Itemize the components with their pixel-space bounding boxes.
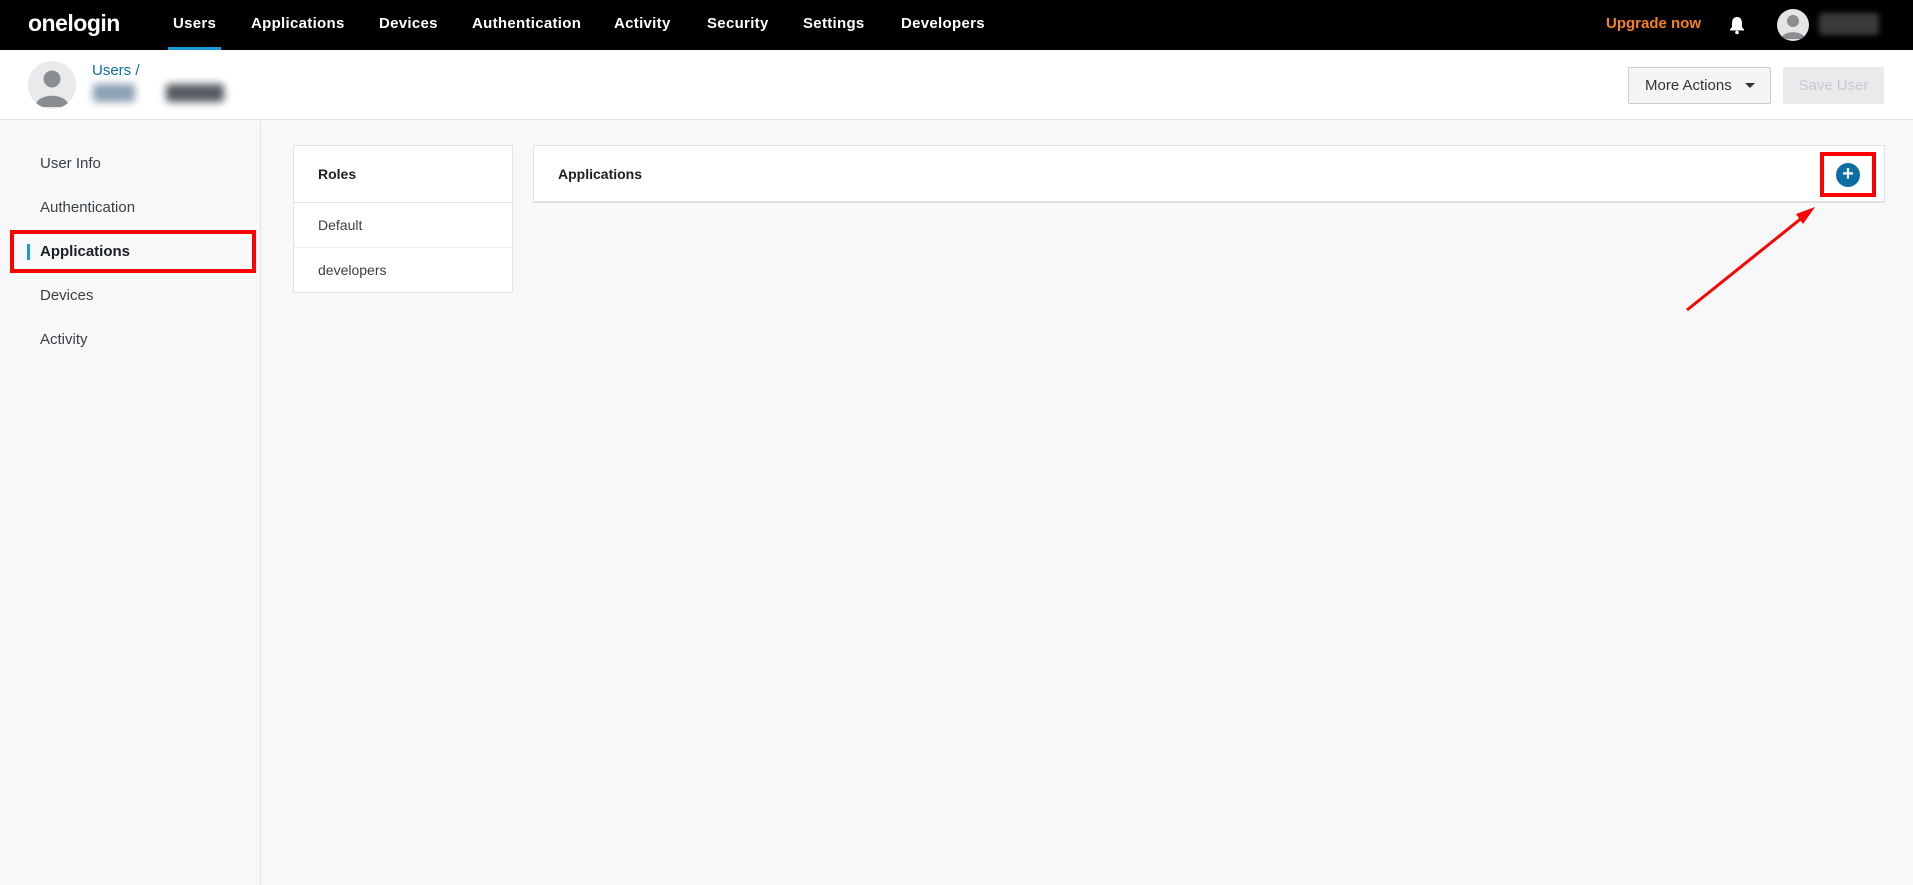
nav-authentication[interactable]: Authentication bbox=[472, 0, 581, 50]
roles-title: Roles bbox=[294, 146, 512, 203]
nav-security[interactable]: Security bbox=[707, 0, 769, 50]
nav-settings[interactable]: Settings bbox=[803, 0, 865, 50]
role-row-developers: developers bbox=[318, 262, 387, 278]
sidebar-item-authentication[interactable]: Authentication bbox=[40, 199, 135, 216]
onelogin-logo[interactable]: onelogin bbox=[28, 10, 120, 37]
breadcrumb-users[interactable]: Users / bbox=[92, 62, 140, 79]
role-row-default: Default bbox=[294, 203, 512, 248]
more-actions-label: More Actions bbox=[1645, 77, 1732, 94]
highlight-applications-tab bbox=[10, 230, 256, 273]
caret-down-icon bbox=[1745, 83, 1755, 88]
sidebar-item-devices[interactable]: Devices bbox=[40, 287, 93, 304]
nav-activity[interactable]: Activity bbox=[614, 0, 671, 50]
account-name-redacted[interactable] bbox=[1819, 13, 1879, 35]
user-name-redacted bbox=[93, 84, 135, 102]
sidebar-item-activity[interactable]: Activity bbox=[40, 331, 88, 348]
save-user-button[interactable]: Save User bbox=[1783, 67, 1884, 104]
nav-applications[interactable]: Applications bbox=[251, 0, 345, 50]
upgrade-now-link[interactable]: Upgrade now bbox=[1606, 0, 1701, 50]
user-header: Users / More Actions Save User bbox=[0, 50, 1913, 120]
applications-panel: Applications + bbox=[533, 145, 1885, 203]
nav-users[interactable]: Users bbox=[167, 0, 222, 50]
nav-devices[interactable]: Devices bbox=[379, 0, 438, 50]
bell-icon[interactable] bbox=[1728, 15, 1746, 35]
roles-panel: Roles Default developers bbox=[293, 145, 513, 293]
sidebar-item-user-info[interactable]: User Info bbox=[40, 155, 101, 172]
applications-title: Applications bbox=[558, 166, 643, 182]
annotation-arrow bbox=[1686, 207, 1815, 312]
user-avatar bbox=[28, 61, 76, 109]
top-navigation-bar: onelogin Users Applications Devices Auth… bbox=[0, 0, 1913, 50]
more-actions-button[interactable]: More Actions bbox=[1628, 67, 1771, 104]
user-surname-redacted bbox=[166, 84, 224, 102]
user-avatar-icon[interactable] bbox=[1777, 9, 1809, 41]
nav-developers[interactable]: Developers bbox=[901, 0, 985, 50]
highlight-add-button bbox=[1820, 152, 1876, 197]
